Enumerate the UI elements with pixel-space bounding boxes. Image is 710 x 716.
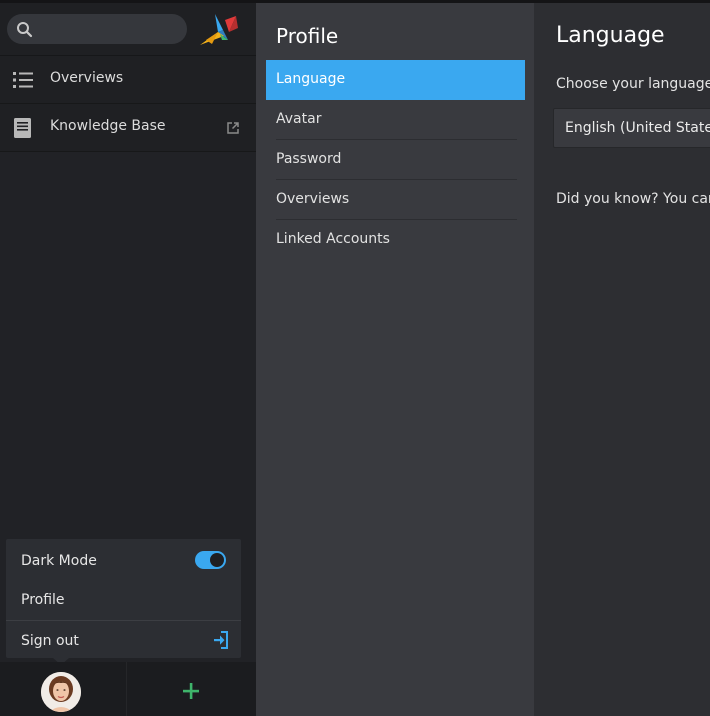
add-icon[interactable] bbox=[182, 682, 200, 700]
settings-item-label: Language bbox=[276, 71, 346, 87]
app-logo[interactable] bbox=[198, 10, 240, 48]
settings-item-label: Linked Accounts bbox=[276, 231, 390, 247]
settings-item-overviews[interactable]: Overviews bbox=[266, 180, 525, 220]
user-menu-popup: Dark Mode Profile Sign out bbox=[6, 539, 241, 665]
settings-item-language[interactable]: Language bbox=[266, 60, 525, 100]
tip-text: Did you know? You can h bbox=[556, 191, 710, 207]
language-description: Choose your language. bbox=[556, 76, 710, 92]
search-box[interactable] bbox=[7, 14, 187, 44]
page-title: Language bbox=[556, 23, 665, 48]
avatar[interactable] bbox=[41, 672, 81, 712]
settings-item-linked-accounts[interactable]: Linked Accounts bbox=[266, 220, 525, 260]
sidebar-bottom-bar bbox=[0, 662, 256, 716]
settings-item-label: Overviews bbox=[276, 191, 350, 207]
sidebar-item-knowledge-base[interactable]: Knowledge Base bbox=[0, 104, 256, 152]
dark-mode-label: Dark Mode bbox=[21, 553, 97, 569]
search-row bbox=[0, 3, 256, 56]
sign-out-label: Sign out bbox=[21, 633, 79, 649]
profile-menu-item[interactable]: Profile bbox=[6, 580, 241, 620]
list-icon bbox=[13, 72, 33, 88]
settings-item-label: Password bbox=[276, 151, 342, 167]
sign-out-icon bbox=[214, 631, 228, 649]
bottom-bar-divider bbox=[126, 662, 127, 716]
sidebar-item-label: Overviews bbox=[50, 70, 124, 86]
sidebar-item-label: Knowledge Base bbox=[50, 118, 166, 134]
settings-item-label: Avatar bbox=[276, 111, 322, 127]
search-icon bbox=[17, 22, 33, 38]
dark-mode-row[interactable]: Dark Mode bbox=[6, 541, 241, 581]
toggle-knob bbox=[210, 553, 224, 567]
language-select[interactable]: English (United States) bbox=[553, 108, 710, 148]
sign-out-menu-item[interactable]: Sign out bbox=[6, 620, 241, 660]
search-input[interactable] bbox=[39, 14, 179, 44]
settings-item-avatar[interactable]: Avatar bbox=[266, 100, 525, 140]
sidebar-item-overviews[interactable]: Overviews bbox=[0, 56, 256, 104]
external-link-icon bbox=[227, 122, 239, 134]
book-icon bbox=[14, 118, 31, 138]
avatar-image bbox=[41, 672, 81, 712]
language-settings-panel: Language Choose your language. English (… bbox=[534, 3, 710, 716]
sidebar: Overviews Knowledge Base Dark Mode Profi… bbox=[0, 3, 256, 716]
settings-nav-panel: Profile Language Avatar Password Overvie… bbox=[256, 3, 534, 716]
profile-label: Profile bbox=[21, 592, 65, 608]
settings-item-password[interactable]: Password bbox=[266, 140, 525, 180]
settings-nav-list: Language Avatar Password Overviews Linke… bbox=[266, 60, 525, 260]
settings-title: Profile bbox=[276, 24, 339, 48]
dark-mode-toggle[interactable] bbox=[195, 551, 226, 569]
language-select-value: English (United States) bbox=[565, 120, 710, 136]
